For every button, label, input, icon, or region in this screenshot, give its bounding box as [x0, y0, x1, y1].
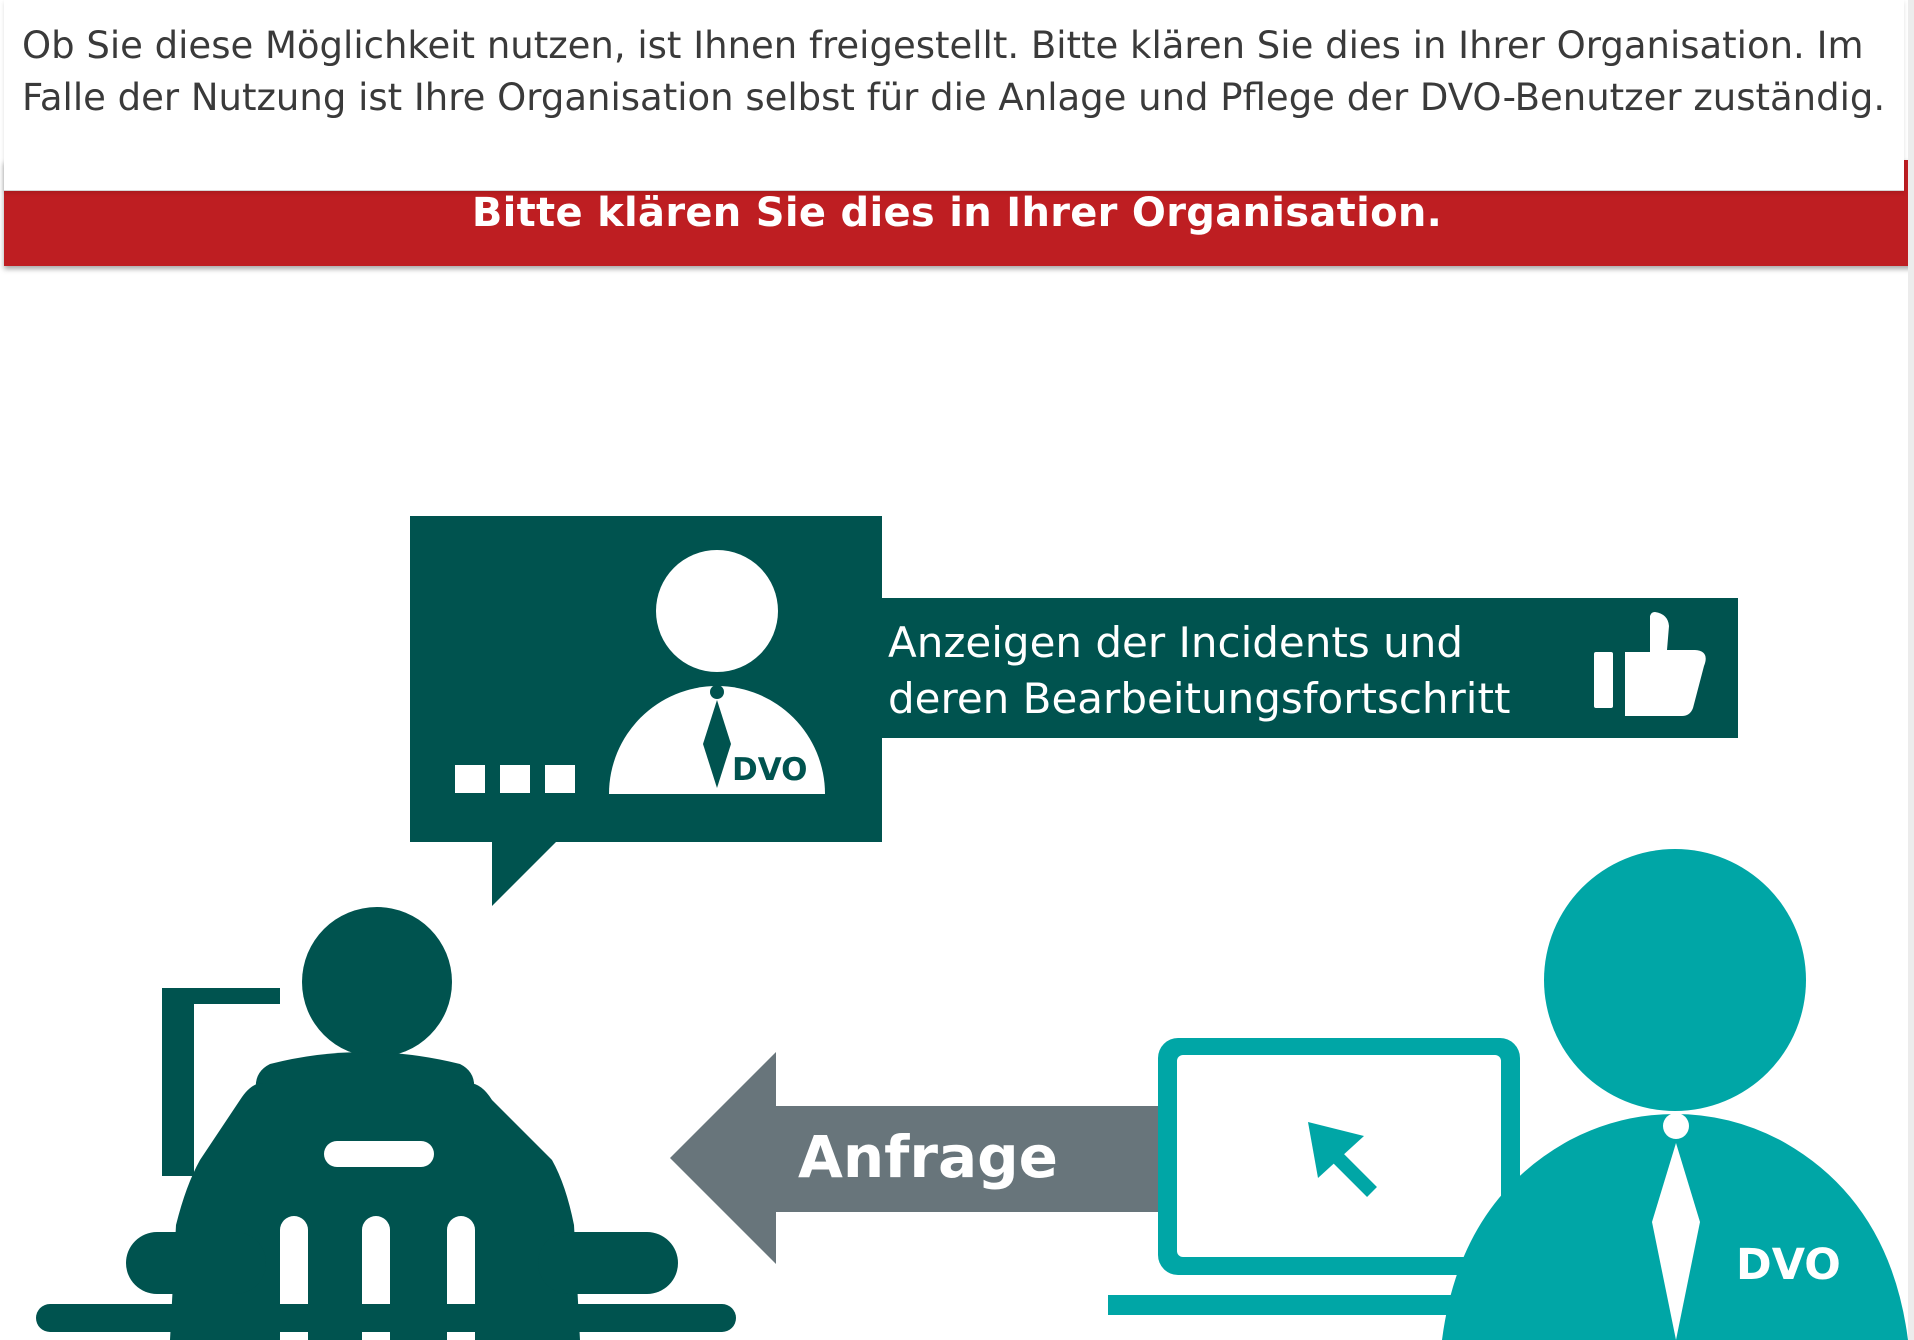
scrollbar-track[interactable]	[1908, 0, 1914, 1340]
info-bar-text: Anzeigen der Incidents und deren Bearbei…	[888, 615, 1588, 727]
agent-dvo-badge: DVO	[1736, 1240, 1841, 1290]
speech-bubble-icon	[410, 516, 882, 906]
request-arrow-label: Anfrage	[798, 1123, 1059, 1191]
info-bar-line-1: Anzeigen der Incidents und	[888, 618, 1463, 667]
speech-bubble-dvo-badge: DVO	[732, 752, 808, 788]
tooltip-text: Ob Sie diese Möglichkeit nutzen, ist Ihn…	[22, 24, 1886, 119]
ellipsis-dots	[455, 765, 575, 793]
page: Bitte klären Sie dies in Ihrer Organisat…	[0, 0, 1914, 1340]
info-bar-line-2: deren Bearbeitungsfortschritt	[888, 674, 1511, 723]
user-at-desk	[36, 907, 736, 1340]
tooltip-popup: Ob Sie diese Möglichkeit nutzen, ist Ihn…	[4, 0, 1904, 191]
